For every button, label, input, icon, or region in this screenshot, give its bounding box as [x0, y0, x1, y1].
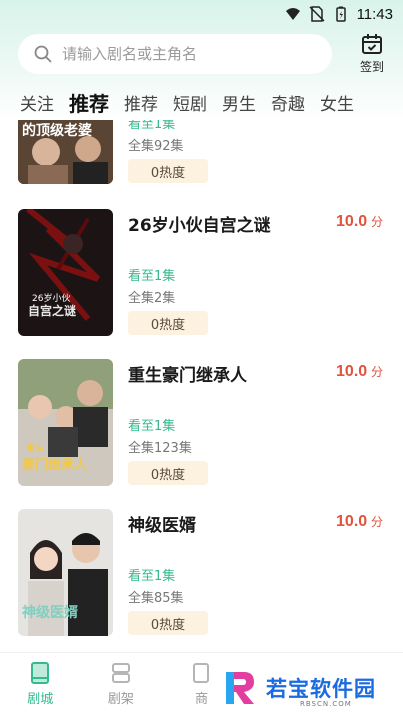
heat-badge: 0热度 [128, 461, 208, 485]
search-icon [34, 45, 52, 63]
svg-text:豪门继承人: 豪门继承人 [22, 457, 88, 473]
tab-follow[interactable]: 关注 [20, 90, 54, 115]
search-input[interactable] [62, 45, 302, 63]
rating-value: 10.0 [336, 213, 368, 230]
checkin-label: 签到 [359, 60, 384, 74]
cover-image: 26岁小伙 自宫之谜 [18, 209, 113, 336]
tab-quirky[interactable]: 奇趣 [271, 90, 305, 115]
tab-short-drama[interactable]: 短剧 [173, 90, 207, 115]
wifi-icon [285, 8, 300, 20]
tab-recommend-active[interactable]: 推荐 [69, 88, 109, 117]
rating: 10.0 分 [336, 363, 383, 381]
svg-text:神级医婿: 神级医婿 [22, 604, 79, 621]
rating-value: 10.0 [336, 363, 368, 380]
watched-progress: 看至1集 [128, 569, 176, 584]
episode-count: 全集85集 [128, 591, 184, 606]
list-item[interactable]: 26岁小伙 自宫之谜 26岁小伙自宫之谜 10.0 分 看至1集 全集2集 0热… [0, 209, 403, 339]
list-item[interactable]: 神级医婿 神级医婿 10.0 分 看至1集 全集85集 0热度 [0, 509, 403, 639]
list-item[interactable]: 的顶级老婆 看至1集 全集92集 0热度 [0, 120, 403, 187]
list-item[interactable]: 重生 豪门继承人 重生豪门继承人 10.0 分 看至1集 全集123集 0热度 [0, 359, 403, 489]
rating-unit: 分 [370, 215, 383, 229]
cover-image: 的顶级老婆 [18, 120, 113, 184]
drama-list: 的顶级老婆 看至1集 全集92集 0热度 26岁小伙 自宫之谜 26岁小伙自宫之… [0, 120, 403, 652]
heat-badge: 0热度 [128, 159, 208, 183]
watched-progress: 看至1集 [128, 269, 176, 284]
episode-count: 全集2集 [128, 291, 176, 306]
nav-store-label: 商 [194, 692, 208, 707]
shelf-icon [111, 663, 130, 683]
rating: 10.0 分 [336, 213, 383, 231]
search-box[interactable] [18, 34, 332, 74]
tab-female[interactable]: 女生 [320, 90, 354, 115]
rating: 10.0 分 [336, 513, 383, 531]
category-tabs: 关注 推荐 推荐 短剧 男生 奇趣 女生 [0, 84, 403, 120]
svg-text:重生: 重生 [26, 442, 44, 454]
svg-text:自宫之谜: 自宫之谜 [28, 303, 77, 318]
drama-title: 重生豪门继承人 [128, 366, 247, 386]
no-sim-icon [309, 6, 325, 22]
store-icon [193, 663, 210, 683]
nav-theater[interactable]: 剧城 [10, 661, 70, 707]
watermark-logo-icon [226, 672, 254, 704]
tab-male[interactable]: 男生 [222, 90, 256, 115]
nav-theater-label: 剧城 [27, 692, 54, 707]
cover-image: 神级医婿 [18, 509, 113, 636]
battery-icon [335, 6, 346, 22]
watermark-sub: RBSCN.COM [300, 700, 352, 708]
drama-title: 神级医婿 [128, 516, 196, 536]
heat-badge: 0热度 [128, 611, 208, 635]
heat-badge: 0热度 [128, 311, 208, 335]
rating-unit: 分 [370, 365, 383, 379]
nav-shelf[interactable]: 剧架 [91, 661, 151, 707]
status-bar: 11:43 [0, 0, 403, 28]
tab-recommend[interactable]: 推荐 [124, 90, 158, 115]
watermark: 若宝软件园 RBSCN.COM [220, 666, 398, 710]
cover-image: 重生 豪门继承人 [18, 359, 113, 486]
rating-value: 10.0 [336, 513, 368, 530]
drama-title: 26岁小伙自宫之谜 [128, 216, 271, 236]
calendar-check-icon [362, 34, 382, 54]
checkin-button[interactable]: 签到 [350, 32, 394, 76]
book-icon [31, 662, 50, 684]
watermark-text: 若宝软件园 [266, 677, 376, 701]
episode-count: 全集123集 [128, 441, 192, 456]
watched-progress: 看至1集 [128, 419, 176, 434]
cover-title-text: 的顶级老婆 [22, 122, 92, 139]
rating-unit: 分 [370, 515, 383, 529]
episode-count: 全集92集 [128, 139, 184, 154]
svg-text:26岁小伙: 26岁小伙 [32, 292, 70, 304]
watched-progress: 看至1集 [128, 120, 176, 132]
nav-shelf-label: 剧架 [107, 692, 134, 707]
clock: 11:43 [356, 5, 393, 23]
